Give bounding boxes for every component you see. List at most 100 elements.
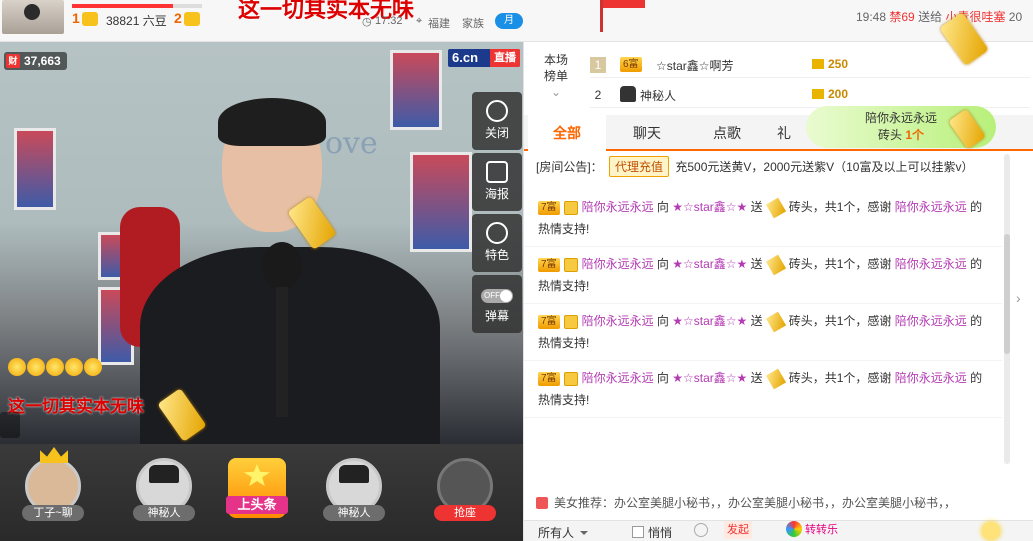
receiver-name[interactable]: ★☆star鑫☆★ [672, 257, 747, 271]
message-list: 7富 陪你永远永远 向 ★☆star鑫☆★ 送砖头，共1个，感谢 陪你永远永远 的… [524, 190, 1002, 418]
recharge-tag[interactable]: 代理充值 [609, 156, 670, 177]
seat-4[interactable]: 抢座 [434, 458, 496, 521]
msg-tail: 热情支持! [538, 279, 590, 293]
thanks-user[interactable]: 陪你永远永远 [895, 371, 967, 385]
danmaku-toggle[interactable]: OFF [481, 289, 513, 303]
msg-gift: 砖头，共1个，感谢 [788, 257, 892, 271]
feature-button[interactable]: 特色 [472, 214, 522, 272]
receiver-name[interactable]: ★☆star鑫☆★ [672, 314, 747, 328]
chat-scrollbar[interactable] [1004, 154, 1010, 464]
clock-icon: ◷ [362, 16, 372, 28]
poster-button[interactable]: 海报 [472, 153, 522, 211]
ranking-tab[interactable]: 本场 榜单 ⌄ [526, 52, 586, 100]
headline-label: 上头条 [226, 496, 288, 514]
msg-tail: 热情支持! [538, 336, 590, 350]
family-link[interactable]: 家族 [462, 15, 484, 31]
thanks-user[interactable]: 陪你永远永远 [895, 314, 967, 328]
start-button[interactable]: 发起 [724, 521, 752, 539]
seat-name: 神秘人 [323, 505, 385, 521]
viewer-count-value: 37,663 [24, 54, 61, 68]
gold-brick-icon [765, 254, 786, 276]
tab-chat[interactable]: 聊天 [608, 115, 686, 151]
ticker-ban: 禁69 [889, 10, 915, 24]
live-label: 直播 [490, 49, 520, 67]
seat-name: 丁子~聊 [22, 505, 84, 521]
lucky-wheel-button[interactable]: 转转乐 [786, 521, 838, 539]
tab-songs[interactable]: 点歌 [688, 115, 766, 151]
member-icon [563, 314, 578, 329]
msg-gift: 砖头，共1个，感谢 [788, 314, 892, 328]
coin-icon [65, 358, 83, 376]
microphone-icon[interactable] [0, 412, 20, 438]
msg-to: 向 [656, 200, 669, 214]
level-progress-bar [72, 4, 202, 8]
emoji-icon[interactable] [694, 523, 708, 537]
seat-2[interactable]: 神秘人 [133, 458, 195, 521]
wall-picture [390, 50, 442, 130]
live-video[interactable]: ove [0, 42, 523, 444]
whisper-checkbox[interactable]: 悄悄 [632, 524, 672, 541]
thanks-user[interactable]: 陪你永远永远 [895, 200, 967, 214]
recommend-bar[interactable]: 美女推荐：办公室美腿小秘书，，办公室美腿小秘书，，办公室美腿小秘书，， [536, 494, 956, 511]
mystery-hat-icon [339, 465, 369, 483]
tab-all[interactable]: 全部 [528, 115, 606, 151]
msg-gift: 砖头，共1个，感谢 [788, 200, 892, 214]
receiver-name[interactable]: ★☆star鑫☆★ [672, 200, 747, 214]
wealth-badge: 7富 [538, 314, 560, 329]
member-icon [563, 371, 578, 386]
sender-name[interactable]: 陪你永远永远 [582, 257, 654, 271]
room-notice: [房间公告]： 代理充值 充500元送黄V，2000元送紫V（10富及以上可以挂… [536, 156, 973, 177]
headline-button[interactable]: 上头条 [226, 458, 288, 518]
close-button[interactable]: 关闭 [472, 92, 522, 150]
danmaku-button[interactable]: OFF 弹幕 [472, 275, 522, 333]
stream-time: 17:32 [375, 15, 403, 27]
recommend-icon [536, 497, 548, 509]
location-icon: ⌖ [416, 15, 423, 27]
crown-icon [40, 447, 68, 463]
promo-gift: 砖头 [877, 128, 902, 142]
msg-tail: 热情支持! [538, 222, 590, 236]
bulb-icon[interactable] [982, 522, 1000, 540]
microphone-stand [276, 287, 288, 417]
recommend-label: 美女推荐 [554, 496, 603, 510]
wealth-icon: 财 [6, 54, 20, 68]
seat-name: 神秘人 [133, 505, 195, 521]
ticker-time: 19:48 [856, 10, 887, 24]
msg-end: 的 [970, 257, 983, 271]
tab-gifts[interactable]: 礼 [764, 115, 804, 151]
scroll-thumb[interactable] [1004, 234, 1010, 354]
sender-name[interactable]: 陪你永远永远 [582, 371, 654, 385]
rank-name: ☆star鑫☆啊芳 [656, 59, 734, 73]
msg-end: 的 [970, 314, 983, 328]
month-badge[interactable]: 月 [495, 13, 523, 29]
streamer-avatar[interactable] [2, 0, 64, 34]
crown-icon [82, 12, 98, 26]
list-item: 7富 陪你永远永远 向 ★☆star鑫☆★ 送 砖头，共1个，感谢 陪你永远永远 的… [524, 304, 1002, 361]
msg-end: 的 [970, 371, 983, 385]
microphone [262, 242, 302, 290]
sender-name[interactable]: 陪你永远永远 [582, 314, 654, 328]
msg-end: 的 [970, 200, 983, 214]
seat-1[interactable]: 丁子~聊 [22, 447, 84, 521]
feature-icon [486, 222, 508, 244]
coin-icon [84, 358, 102, 376]
member-icon [563, 200, 578, 215]
thanks-user[interactable]: 陪你永远永远 [895, 257, 967, 271]
ranking-row[interactable]: 2 神秘人 200 [590, 82, 1030, 108]
recipient-select[interactable]: 所有人 [538, 524, 588, 541]
receiver-name[interactable]: ★☆star鑫☆★ [672, 371, 747, 385]
beans-count: 38821 六豆 [106, 14, 167, 28]
crown-icon [184, 12, 200, 26]
ticker-send: 送给 [918, 10, 943, 24]
sender-name[interactable]: 陪你永远永远 [582, 200, 654, 214]
site-logo: 6.cn 直播 [448, 49, 520, 67]
wealth-badge: 7富 [538, 200, 560, 215]
notice-prefix: [房间公告]： [536, 160, 603, 174]
chevron-right-icon[interactable]: › [1016, 290, 1026, 310]
rank-number: 2 [594, 88, 602, 102]
member-icon [563, 257, 578, 272]
coin-row [8, 358, 103, 379]
list-item: 7富 陪你永远永远 向 ★☆star鑫☆★ 送 砖头，共1个，感谢 陪你永远永远 的… [524, 247, 1002, 304]
seat-3[interactable]: 神秘人 [323, 458, 385, 521]
seat-name: 抢座 [434, 505, 496, 521]
